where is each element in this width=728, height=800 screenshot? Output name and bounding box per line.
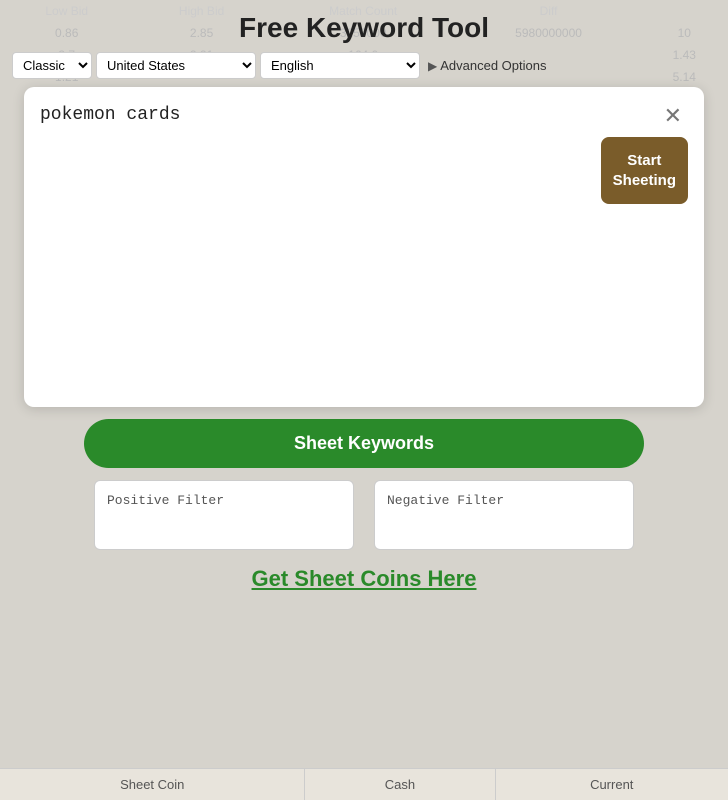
filters-row: Positive Filter Negative Filter bbox=[94, 480, 634, 550]
sheet-keywords-button[interactable]: Sheet Keywords bbox=[84, 419, 644, 468]
advanced-options-toggle[interactable]: ▶ Advanced Options bbox=[428, 58, 546, 73]
language-select[interactable]: English bbox=[260, 52, 420, 79]
negative-filter-input[interactable] bbox=[375, 481, 633, 551]
negative-filter-wrapper: Negative Filter bbox=[374, 480, 634, 550]
country-select[interactable]: United States bbox=[96, 52, 256, 79]
keyword-actions: ✕ StartSheeting bbox=[601, 103, 688, 204]
clear-button[interactable]: ✕ bbox=[658, 103, 688, 129]
keyword-box: ✕ StartSheeting bbox=[24, 87, 704, 407]
keyword-input[interactable] bbox=[40, 103, 593, 363]
positive-filter-box: Positive Filter bbox=[94, 480, 354, 550]
advanced-options-arrow: ▶ bbox=[428, 59, 437, 73]
advanced-options-label: Advanced Options bbox=[440, 58, 546, 73]
mode-select[interactable]: Classic bbox=[12, 52, 92, 79]
get-coins-link[interactable]: Get Sheet Coins Here bbox=[252, 566, 477, 592]
positive-filter-input[interactable] bbox=[95, 481, 353, 551]
controls-bar: Classic United States English ▶ Advanced… bbox=[0, 52, 728, 87]
negative-filter-box: Negative Filter bbox=[374, 480, 634, 550]
keyword-input-row: ✕ StartSheeting bbox=[40, 103, 688, 363]
page-title: Free Keyword Tool bbox=[0, 0, 728, 52]
start-sheeting-button[interactable]: StartSheeting bbox=[601, 137, 688, 204]
positive-filter-wrapper: Positive Filter bbox=[94, 480, 354, 550]
main-overlay: Free Keyword Tool Classic United States … bbox=[0, 0, 728, 800]
